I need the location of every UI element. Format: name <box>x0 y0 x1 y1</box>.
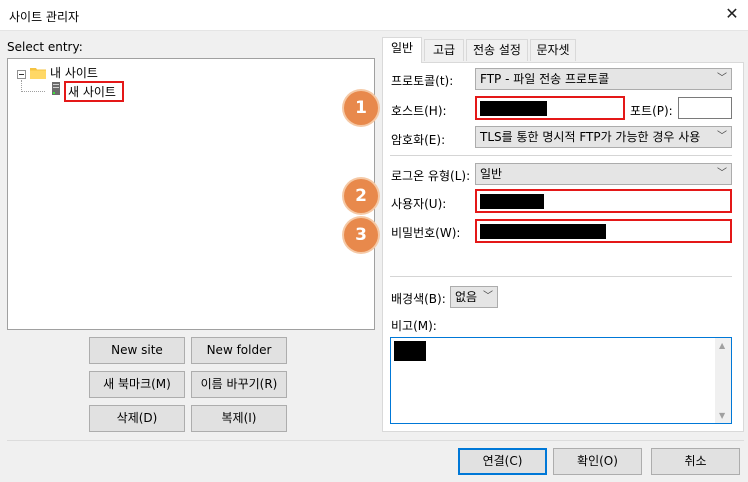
duplicate-button[interactable]: 복제(I) <box>191 405 287 432</box>
logon-type-select[interactable]: 일반 ﹀ <box>475 163 732 185</box>
site-tree[interactable] <box>7 58 375 330</box>
step-badge-2: 2 <box>344 179 378 213</box>
step-badge-1: 1 <box>344 91 378 125</box>
encryption-value: TLS를 통한 명시적 FTP가 가능한 경우 사용 <box>480 130 701 144</box>
logon-type-label: 로그온 유형(L): <box>391 169 471 183</box>
chevron-down-icon: ﹀ <box>483 291 493 302</box>
footer-divider <box>7 440 744 441</box>
section-divider <box>390 276 732 277</box>
password-redacted <box>480 224 606 239</box>
tree-root-label[interactable]: 내 사이트 <box>50 64 98 81</box>
scroll-down-icon[interactable]: ▼ <box>719 411 725 420</box>
window-title: 사이트 관리자 <box>9 10 80 24</box>
comments-redacted <box>394 341 426 361</box>
port-input[interactable] <box>678 97 732 119</box>
tree-child-label[interactable]: 새 사이트 <box>68 83 116 100</box>
host-input[interactable] <box>475 96 625 120</box>
user-label: 사용자(U): <box>391 197 447 211</box>
comments-textarea[interactable]: ▲ ▼ <box>390 337 732 424</box>
encryption-select[interactable]: TLS를 통한 명시적 FTP가 가능한 경우 사용 ﹀ <box>475 126 732 148</box>
scroll-up-icon[interactable]: ▲ <box>719 341 725 350</box>
user-input[interactable] <box>475 189 732 213</box>
logon-type-value: 일반 <box>480 167 503 181</box>
tab-charset[interactable]: 문자셋 <box>530 39 576 61</box>
step-badge-3: 3 <box>344 218 378 252</box>
protocol-select[interactable]: FTP - 파일 전송 프로토콜 ﹀ <box>475 68 732 90</box>
new-bookmark-button[interactable]: 새 북마크(M) <box>89 371 185 398</box>
host-label: 호스트(H): <box>391 104 447 118</box>
close-icon[interactable]: ✕ <box>722 4 742 24</box>
chevron-down-icon: ﹀ <box>717 131 727 142</box>
select-entry-label: Select entry: <box>7 40 83 54</box>
bg-color-value: 없음 <box>455 290 478 304</box>
protocol-label: 프로토콜(t): <box>391 74 454 88</box>
user-redacted <box>480 194 544 209</box>
bg-color-select[interactable]: 없음 ﹀ <box>450 286 498 308</box>
server-icon <box>52 82 60 96</box>
port-label: 포트(P): <box>630 104 673 118</box>
password-input[interactable] <box>475 219 732 243</box>
ok-button[interactable]: 확인(O) <box>553 448 642 475</box>
new-site-button[interactable]: New site <box>89 337 185 364</box>
tab-general[interactable]: 일반 <box>382 37 422 63</box>
rename-button[interactable]: 이름 바꾸기(R) <box>191 371 287 398</box>
chevron-down-icon: ﹀ <box>717 73 727 84</box>
comments-scrollbar[interactable]: ▲ ▼ <box>715 338 731 423</box>
collapse-toggle-icon[interactable] <box>17 70 26 79</box>
new-folder-button[interactable]: New folder <box>191 337 287 364</box>
connect-button[interactable]: 연결(C) <box>458 448 547 475</box>
bg-color-label: 배경색(B): <box>391 292 446 306</box>
cancel-button[interactable]: 취소 <box>651 448 740 475</box>
protocol-value: FTP - 파일 전송 프로토콜 <box>480 72 610 86</box>
host-redacted <box>480 101 547 116</box>
delete-button[interactable]: 삭제(D) <box>89 405 185 432</box>
folder-icon <box>30 67 46 79</box>
password-label: 비밀번호(W): <box>391 226 461 240</box>
encryption-label: 암호화(E): <box>391 133 446 147</box>
section-divider <box>390 155 732 156</box>
tab-advanced[interactable]: 고급 <box>424 39 464 61</box>
chevron-down-icon: ﹀ <box>717 168 727 179</box>
comments-label: 비고(M): <box>391 319 437 333</box>
tab-transfer-settings[interactable]: 전송 설정 <box>466 39 528 61</box>
title-bar <box>0 0 748 31</box>
tree-connector-h <box>21 91 45 92</box>
